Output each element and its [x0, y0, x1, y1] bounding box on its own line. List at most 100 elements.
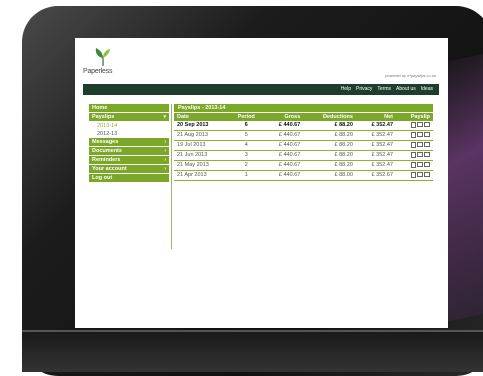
sidebar-item-payslips[interactable]: Payslips ▾	[89, 113, 169, 121]
chevron-icon: ▾	[163, 114, 166, 120]
cell-payslip	[396, 130, 433, 141]
table-row[interactable]: 19 Jul 2013 4 £ 440.67 £ 88.20 £ 352.47	[174, 140, 433, 151]
sidebar-item-messages[interactable]: Messages ›	[89, 138, 169, 146]
print-icon[interactable]	[417, 121, 423, 127]
email-icon[interactable]	[424, 141, 430, 147]
pdf-icon[interactable]	[411, 141, 416, 148]
payslip-actions	[411, 161, 430, 168]
table-row[interactable]: 21 Aug 2013 5 £ 440.67 £ 88.20 £ 352.47	[174, 130, 433, 141]
cell-net: £ 352.47	[355, 121, 397, 131]
payslips-panel: Payslips - 2013-14 Date Period Gross Deduct…	[174, 104, 433, 181]
cell-date: 19 Jul 2013	[174, 140, 230, 151]
cell-payslip	[396, 160, 433, 171]
cell-gross: £ 440.67	[263, 170, 304, 181]
table-row[interactable]: 21 Apr 2013 1 £ 440.67 £ 88.00 £ 352.67	[174, 170, 433, 181]
panel-title: Payslips - 2013-14	[174, 104, 433, 112]
chevron-icon: ›	[164, 148, 166, 154]
cell-gross: £ 440.67	[263, 160, 304, 171]
email-icon[interactable]	[424, 121, 430, 127]
nav-link-privacy[interactable]: Privacy	[356, 86, 372, 92]
cell-date: 21 Aug 2013	[174, 130, 230, 141]
print-icon[interactable]	[417, 151, 423, 157]
payslip-actions	[411, 131, 430, 138]
cell-date: 21 May 2013	[174, 160, 230, 171]
cell-deductions: £ 88.20	[303, 160, 356, 171]
payslip-actions	[411, 121, 430, 128]
table-row[interactable]: 20 Sep 2013 6 £ 440.67 £ 88.20 £ 352.47	[174, 121, 433, 131]
chevron-icon: ›	[164, 157, 166, 163]
payslip-actions	[411, 151, 430, 158]
sidebar-divider	[171, 104, 172, 249]
cell-gross: £ 440.67	[263, 130, 304, 141]
cell-deductions: £ 88.20	[303, 150, 356, 161]
nav-link-ideas[interactable]: Ideas	[421, 86, 433, 92]
cell-period: 2	[229, 160, 264, 171]
screen: Paperless powered by e*payslips.co.uk He…	[75, 38, 448, 328]
nav-link-terms[interactable]: Terms	[377, 86, 391, 92]
column-header-payslip: Payslip	[396, 113, 433, 121]
cell-deductions: £ 88.20	[303, 140, 356, 151]
cell-period: 3	[229, 150, 264, 161]
cell-period: 1	[229, 170, 264, 181]
sidebar-item-reminders[interactable]: Reminders ›	[89, 156, 169, 164]
cell-payslip	[396, 121, 433, 131]
sidebar-item-home[interactable]: Home	[89, 104, 169, 112]
tablet-base	[22, 330, 483, 372]
cell-deductions: £ 88.00	[303, 170, 356, 181]
pdf-icon[interactable]	[411, 171, 416, 178]
cell-payslip	[396, 150, 433, 161]
pdf-icon[interactable]	[411, 121, 416, 128]
sidebar-item-documents[interactable]: Documents ›	[89, 147, 169, 155]
cell-deductions: £ 88.20	[303, 121, 356, 131]
sidebar-item-your-account[interactable]: Your account ›	[89, 165, 169, 173]
print-icon[interactable]	[417, 131, 423, 137]
table-row[interactable]: 21 Jun 2013 3 £ 440.67 £ 88.20 £ 352.47	[174, 150, 433, 161]
column-header-date: Date	[174, 113, 230, 121]
print-icon[interactable]	[417, 171, 423, 177]
print-icon[interactable]	[417, 161, 423, 167]
column-header-net: Net	[355, 113, 397, 121]
chevron-icon: ›	[164, 139, 166, 145]
column-header-deductions: Deductions	[303, 113, 356, 121]
table-header-row: Date Period Gross Deductions Net Payslip	[174, 113, 433, 121]
cell-date: 21 Apr 2013	[174, 170, 230, 181]
cell-net: £ 352.47	[355, 130, 397, 141]
nav-link-help[interactable]: Help	[341, 86, 351, 92]
cell-net: £ 352.67	[355, 170, 397, 181]
cell-period: 4	[229, 140, 264, 151]
sidebar-subitem-2013-14[interactable]: 2013-14	[89, 122, 169, 130]
cell-net: £ 352.47	[355, 160, 397, 171]
email-icon[interactable]	[424, 151, 430, 157]
pdf-icon[interactable]	[411, 161, 416, 168]
cell-gross: £ 440.67	[263, 121, 304, 131]
print-icon[interactable]	[417, 141, 423, 147]
powered-by-text: powered by e*payslips.co.uk	[385, 73, 436, 78]
sidebar-item-log-out[interactable]: Log out	[89, 174, 169, 182]
email-icon[interactable]	[424, 131, 430, 137]
cell-period: 5	[229, 130, 264, 141]
column-header-gross: Gross	[263, 113, 304, 121]
top-nav-bar: Help Privacy Terms About us Ideas	[83, 84, 439, 95]
payslips-table: Date Period Gross Deductions Net Payslip 20 S…	[174, 113, 433, 181]
cell-period: 6	[229, 121, 264, 131]
chevron-icon: ›	[164, 166, 166, 172]
pdf-icon[interactable]	[411, 131, 416, 138]
nav-link-about-us[interactable]: About us	[396, 86, 416, 92]
pdf-icon[interactable]	[411, 151, 416, 158]
sidebar: Home Payslips ▾ 2013-14 2012-13 Messages › Docu…	[89, 104, 169, 183]
email-icon[interactable]	[424, 171, 430, 177]
sidebar-subitem-2012-13[interactable]: 2012-13	[89, 130, 169, 138]
table-row[interactable]: 21 May 2013 2 £ 440.67 £ 88.20 £ 352.47	[174, 160, 433, 171]
cell-gross: £ 440.67	[263, 140, 304, 151]
cell-payslip	[396, 140, 433, 151]
cell-date: 20 Sep 2013	[174, 121, 230, 131]
payslip-actions	[411, 171, 430, 178]
cell-net: £ 352.47	[355, 140, 397, 151]
email-icon[interactable]	[424, 161, 430, 167]
column-header-period: Period	[229, 113, 264, 121]
payslip-actions	[411, 141, 430, 148]
nav-links: Help Privacy Terms About us Ideas	[341, 86, 433, 92]
cell-gross: £ 440.67	[263, 150, 304, 161]
logo[interactable]: Paperless	[83, 48, 123, 78]
cell-net: £ 352.47	[355, 150, 397, 161]
